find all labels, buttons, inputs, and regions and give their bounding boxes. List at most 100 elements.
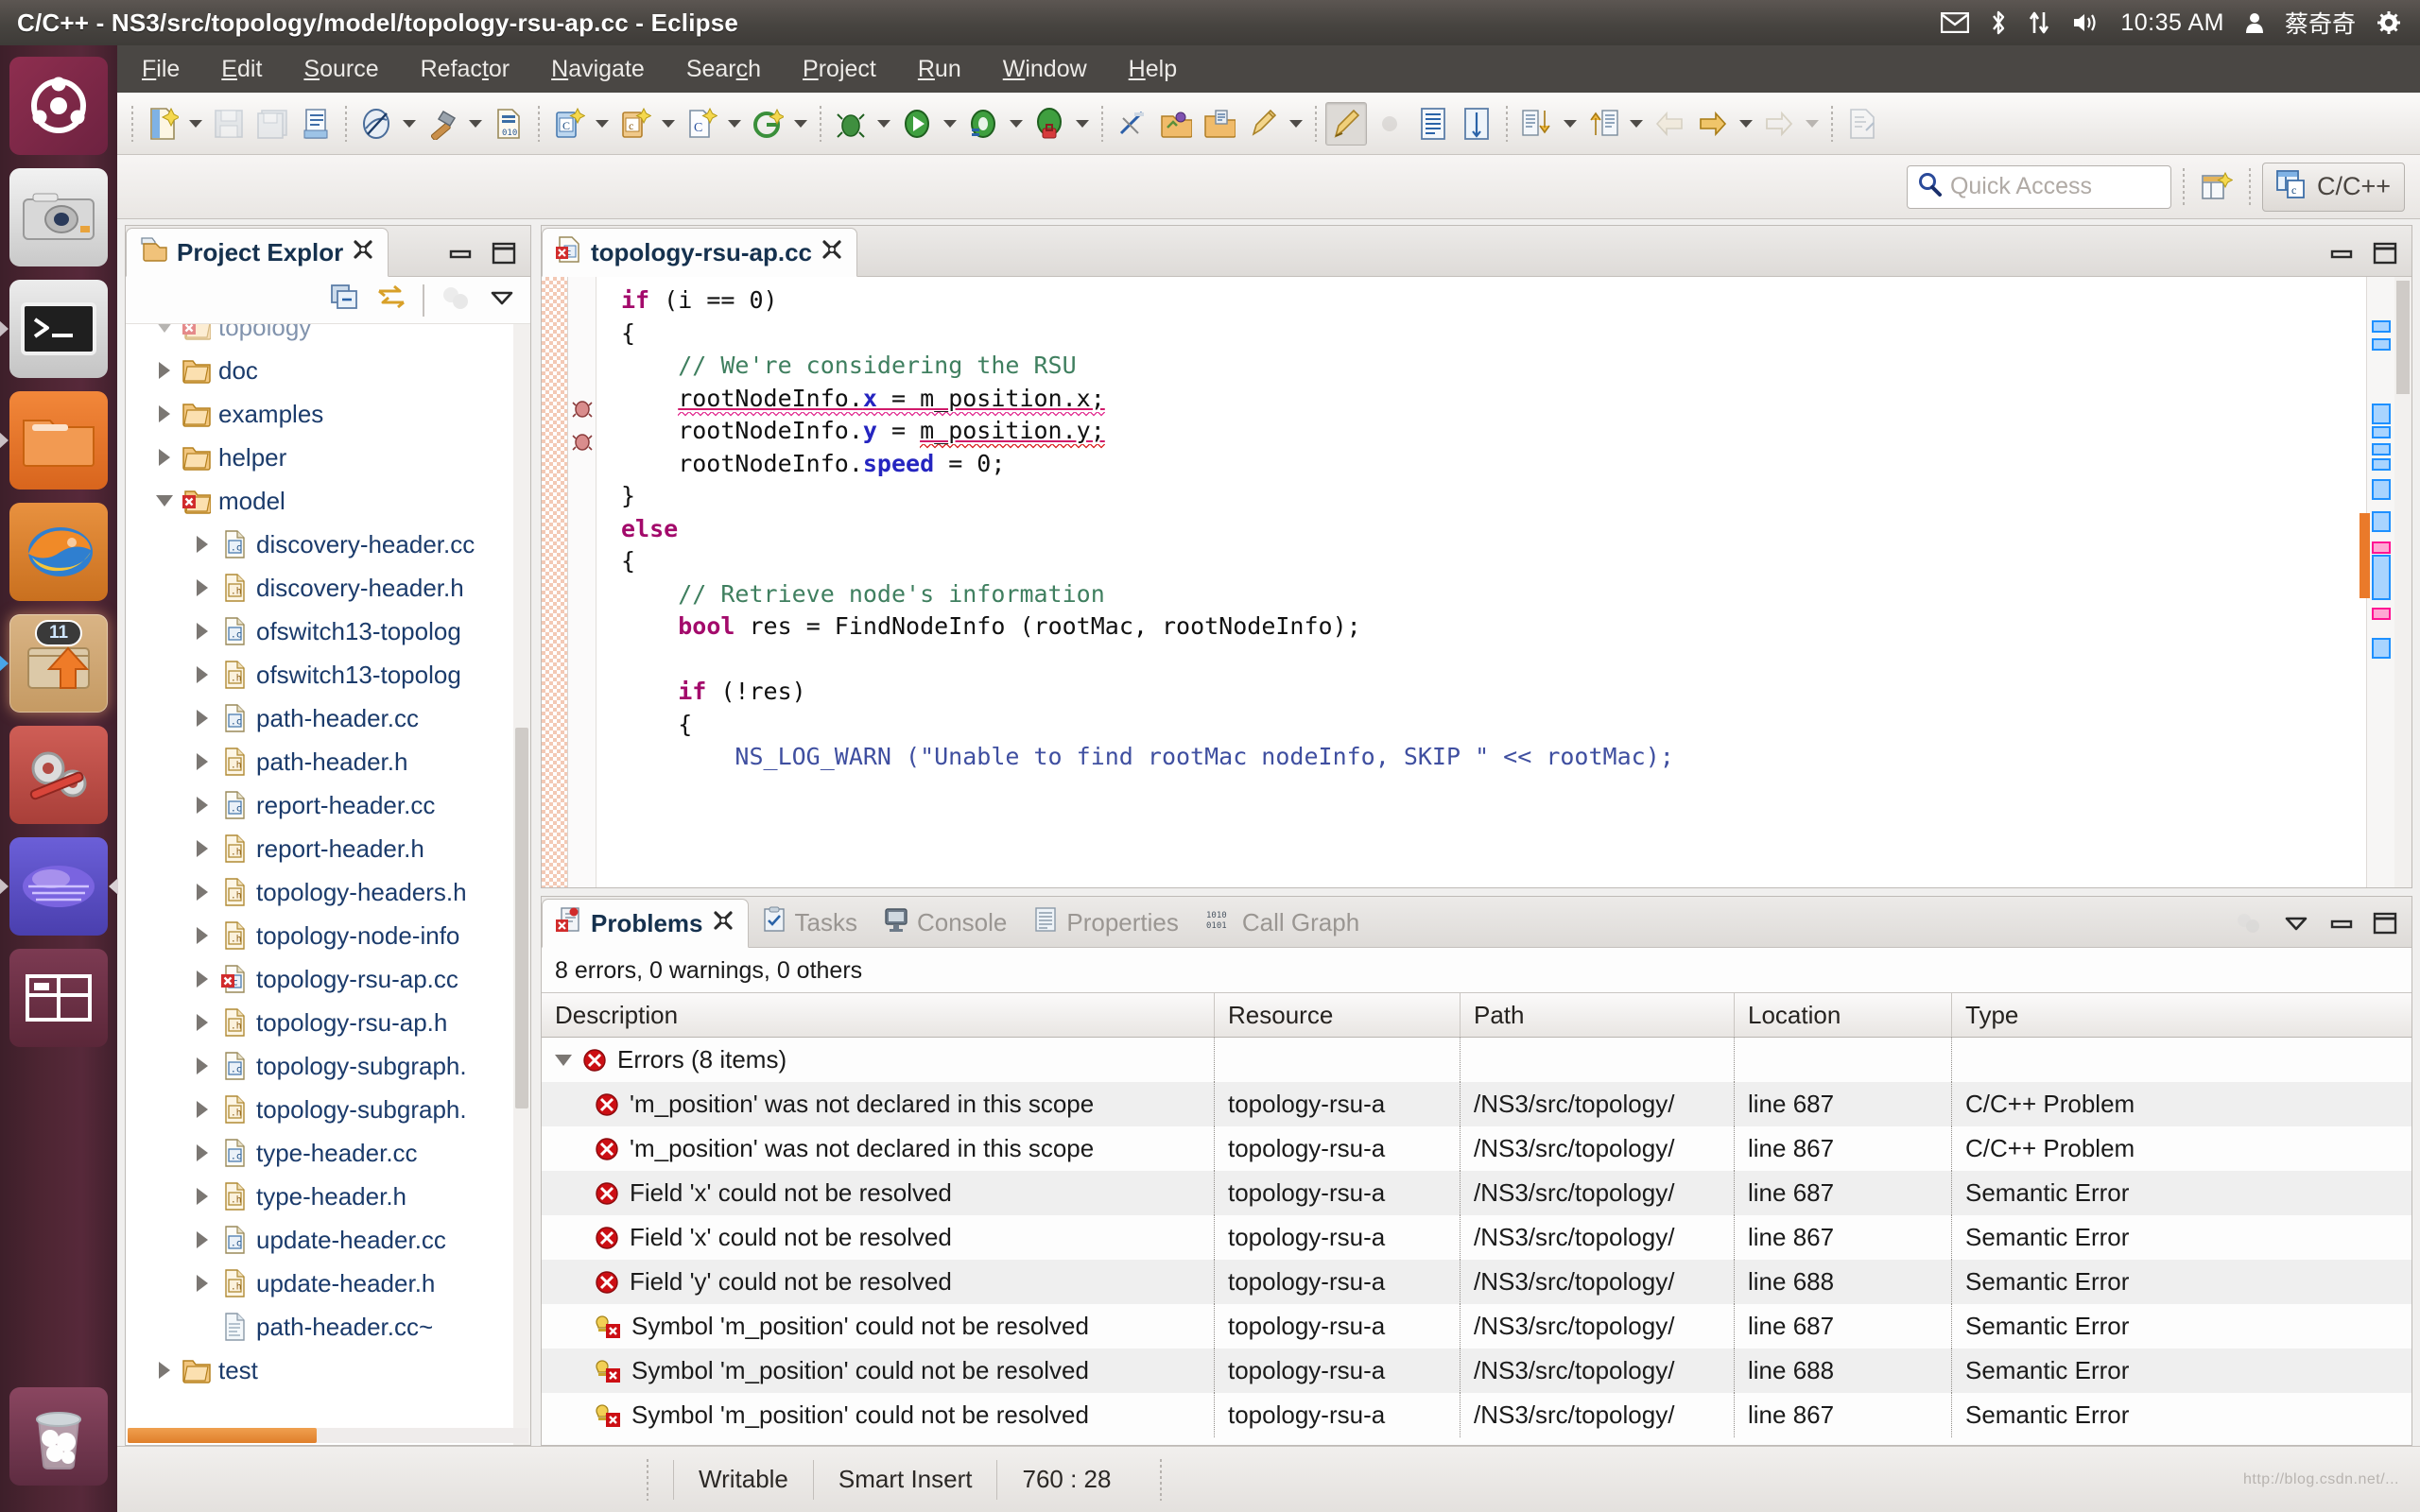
tree-item-topology[interactable]: topology	[126, 324, 530, 349]
column-header-path[interactable]: Path	[1461, 993, 1735, 1037]
back-button[interactable]	[1649, 102, 1690, 146]
tree-item-update-header-h[interactable]: .h update-header.h	[126, 1262, 530, 1305]
maximize-icon[interactable]	[491, 241, 517, 270]
git-dropdown[interactable]	[790, 102, 811, 146]
view-menu-icon[interactable]	[487, 285, 517, 315]
column-header-resource[interactable]: Resource	[1215, 993, 1461, 1037]
gear-icon[interactable]	[2377, 10, 2401, 35]
tab-project-explorer[interactable]: Project Explor	[126, 228, 389, 277]
minimize-icon[interactable]	[447, 243, 474, 268]
tree-twisty[interactable]	[190, 927, 215, 944]
previous-annotation-dropdown[interactable]	[1626, 102, 1647, 146]
tree-horizontal-scrollbar[interactable]	[128, 1428, 528, 1443]
error-marker[interactable]	[572, 398, 593, 419]
toggle-block-selection-button[interactable]	[1369, 102, 1410, 146]
menu-file[interactable]: File	[136, 54, 185, 85]
run-button[interactable]	[896, 102, 938, 146]
menu-window[interactable]: Window	[997, 54, 1093, 85]
tree-twisty[interactable]	[190, 1101, 215, 1118]
build-all-button[interactable]	[355, 102, 397, 146]
show-whitespace-button[interactable]	[1456, 102, 1497, 146]
link-with-editor-icon[interactable]	[375, 284, 407, 317]
editor-body[interactable]: if (i == 0) { // We're considering the R…	[542, 277, 2411, 887]
new-annotation-button[interactable]	[1841, 102, 1883, 146]
last-edit-location-button[interactable]	[1242, 102, 1284, 146]
tree-item-topology-headers-h[interactable]: .h topology-headers.h	[126, 870, 530, 914]
tab-console[interactable]: Console	[871, 898, 1020, 947]
tree-twisty[interactable]	[190, 753, 215, 770]
table-body[interactable]: Errors (8 items) 'm_position' was not dec…	[542, 1038, 2411, 1445]
expand-arrow[interactable]	[197, 1231, 208, 1248]
new-source-dropdown[interactable]	[724, 102, 745, 146]
tab-properties[interactable]: Properties	[1020, 898, 1192, 947]
view-menu-icon[interactable]	[2281, 911, 2311, 940]
expand-arrow[interactable]	[197, 971, 208, 988]
username[interactable]: 蔡奇奇	[2285, 6, 2356, 40]
scrollbar-thumb[interactable]	[515, 727, 528, 1109]
tree-twisty[interactable]	[152, 449, 177, 466]
tree-item-ofswitch13-topolog[interactable]: .h ofswitch13-topolog	[126, 653, 530, 696]
new-cpp-class-dropdown[interactable]	[592, 102, 613, 146]
tree-twisty[interactable]	[190, 666, 215, 683]
tree-item-update-header-cc[interactable]: .c update-header.cc	[126, 1218, 530, 1262]
run-external-tools-button[interactable]	[962, 102, 1004, 146]
expand-arrow[interactable]	[197, 1057, 208, 1074]
menu-project[interactable]: Project	[797, 54, 882, 85]
tree-item-path-header-cc[interactable]: path-header.cc~	[126, 1305, 530, 1349]
close-icon[interactable]	[712, 909, 735, 938]
tree-twisty[interactable]	[152, 324, 177, 333]
expand-arrow[interactable]	[197, 666, 208, 683]
launcher-item-camera[interactable]	[9, 168, 108, 266]
column-header-type[interactable]: Type	[1952, 993, 2411, 1037]
tree-item-topology-rsu-ap-h[interactable]: .h topology-rsu-ap.h	[126, 1001, 530, 1044]
maximize-icon[interactable]	[2372, 241, 2398, 270]
editor-vertical-scrollbar[interactable]	[2394, 277, 2411, 887]
last-edit-dropdown[interactable]	[1286, 102, 1306, 146]
expand-arrow[interactable]	[197, 1014, 208, 1031]
skip-breakpoints-button[interactable]	[1112, 102, 1153, 146]
expand-arrow[interactable]	[197, 1101, 208, 1118]
tree-twisty[interactable]	[152, 362, 177, 379]
tree-twisty[interactable]	[190, 797, 215, 814]
new-source-file-button[interactable]: C	[681, 102, 722, 146]
table-row[interactable]: 'm_position' was not declared in this sc…	[542, 1082, 2411, 1126]
collapse-arrow[interactable]	[156, 495, 173, 507]
tree-twisty[interactable]	[190, 710, 215, 727]
tree-item-discovery-header-h[interactable]: .h discovery-header.h	[126, 566, 530, 610]
table-row[interactable]: Symbol 'm_position' could not be resolve…	[542, 1393, 2411, 1437]
tree-item-topology-subgraph[interactable]: .c topology-subgraph.	[126, 1044, 530, 1088]
tree-item-path-header-cc[interactable]: .c path-header.cc	[126, 696, 530, 740]
back-history-dropdown[interactable]	[1802, 102, 1823, 146]
build-dropdown[interactable]	[465, 102, 486, 146]
save-all-button[interactable]	[251, 102, 293, 146]
launcher-item-ubuntu-dash[interactable]	[9, 57, 108, 155]
next-annotation-dropdown[interactable]	[1560, 102, 1581, 146]
expand-arrow[interactable]	[159, 1362, 170, 1379]
tree-twisty[interactable]	[190, 840, 215, 857]
open-perspective-icon[interactable]	[2196, 165, 2238, 209]
menu-help[interactable]: Help	[1123, 54, 1183, 85]
launcher-item-files[interactable]	[0, 391, 108, 490]
expand-arrow[interactable]	[197, 536, 208, 553]
expand-arrow[interactable]	[197, 1188, 208, 1205]
tree-item-discovery-header-cc[interactable]: .c discovery-header.cc	[126, 523, 530, 566]
debug-button[interactable]	[830, 102, 872, 146]
tab-call-graph[interactable]: 1010 0101 Call Graph	[1192, 898, 1373, 947]
expand-arrow[interactable]	[197, 884, 208, 901]
tab-tasks[interactable]: Tasks	[749, 898, 871, 947]
scrollbar-thumb[interactable]	[128, 1428, 317, 1443]
minimize-icon[interactable]	[2328, 913, 2355, 938]
menu-search[interactable]: Search	[681, 54, 767, 85]
scrollbar-thumb[interactable]	[2396, 281, 2410, 394]
expand-arrow[interactable]	[197, 840, 208, 857]
tree-item-topology-subgraph[interactable]: .h topology-subgraph.	[126, 1088, 530, 1131]
menu-run[interactable]: Run	[912, 54, 967, 85]
toggle-mark-occurrences-button[interactable]	[1325, 101, 1367, 146]
code-area[interactable]: if (i == 0) { // We're considering the R…	[596, 277, 2366, 887]
expand-arrow[interactable]	[197, 623, 208, 640]
open-type-button[interactable]	[1155, 102, 1197, 146]
expand-arrow[interactable]	[197, 753, 208, 770]
menu-navigate[interactable]: Navigate	[545, 54, 650, 85]
column-header-location[interactable]: Location	[1735, 993, 1952, 1037]
launcher-item-terminal[interactable]	[0, 280, 108, 378]
